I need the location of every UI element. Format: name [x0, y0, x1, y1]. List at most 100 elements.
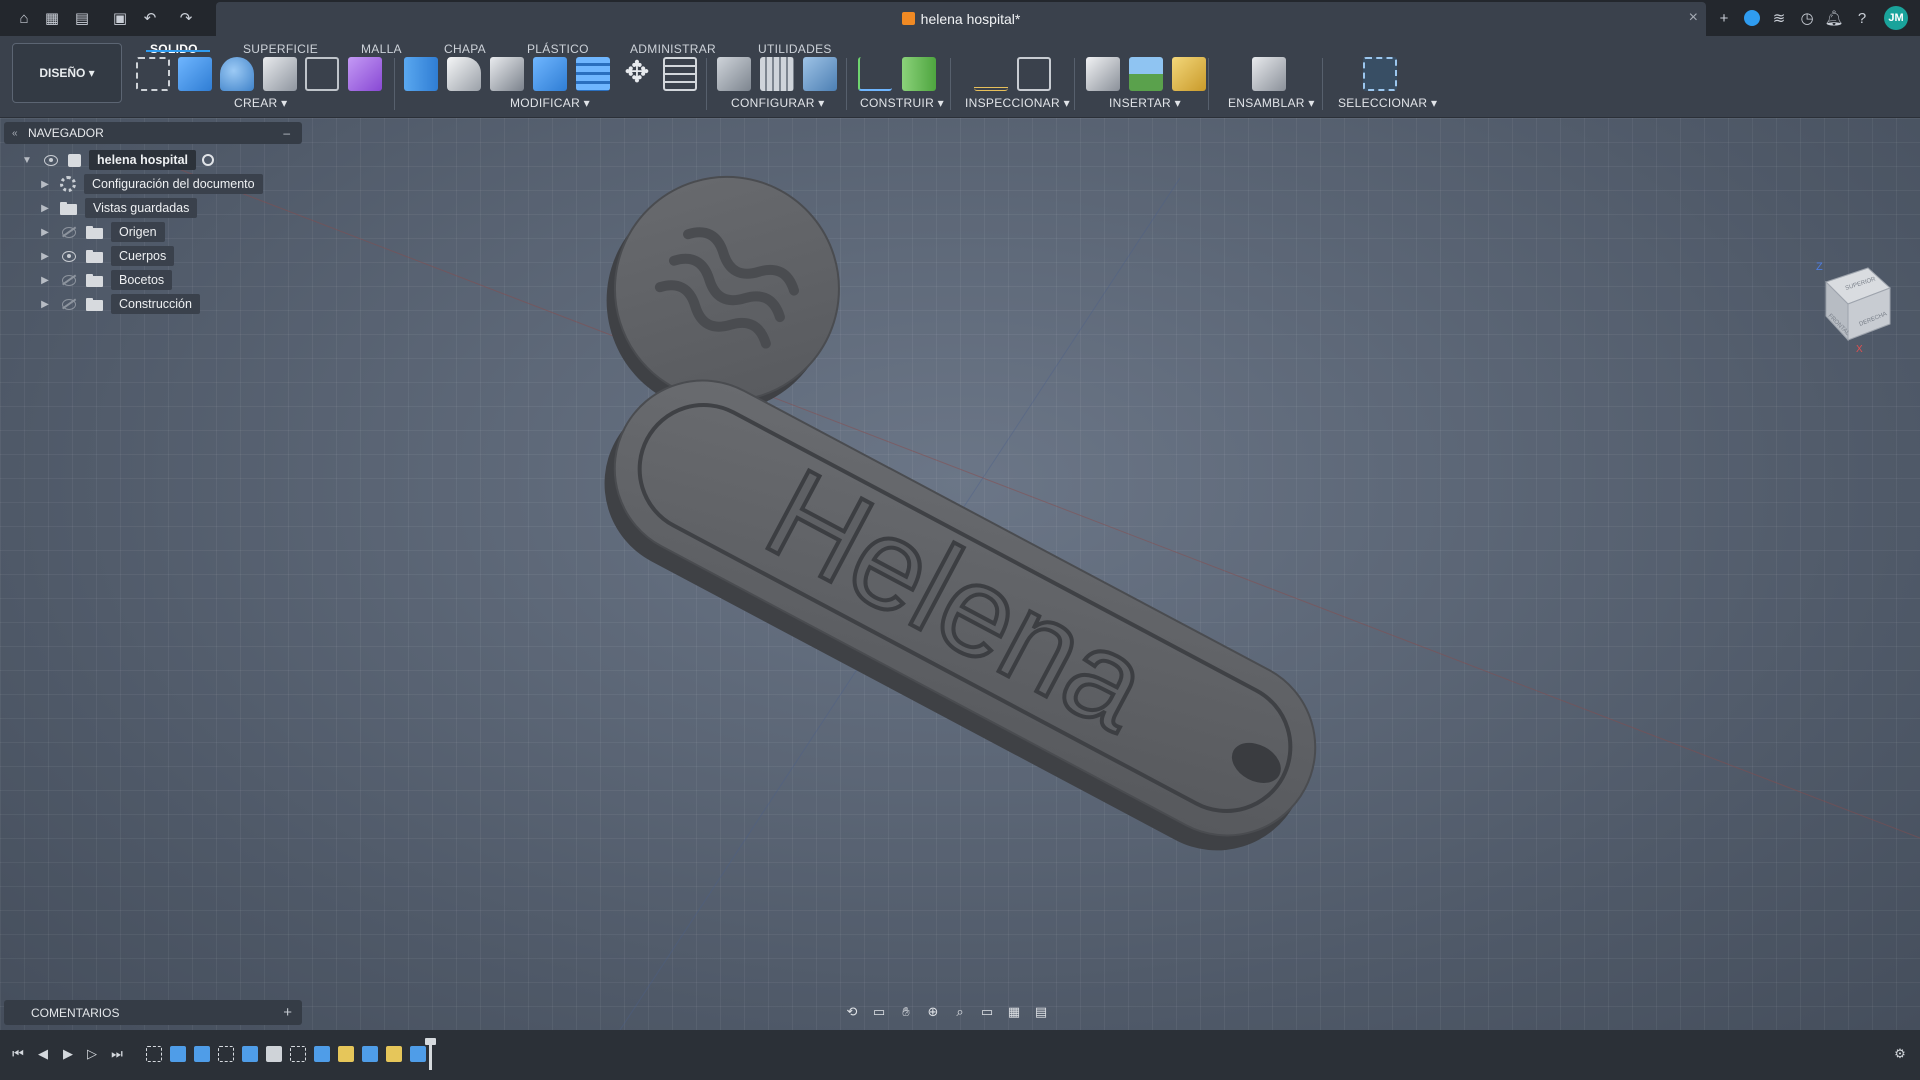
collapse-panel-icon[interactable]: «: [12, 128, 28, 139]
save-icon[interactable]: ▣: [108, 6, 132, 30]
split-body-icon[interactable]: [576, 57, 610, 91]
fit-icon[interactable]: ⌕: [950, 1003, 970, 1021]
insert-derive-icon[interactable]: [1086, 57, 1120, 91]
step-back-icon[interactable]: ◀: [33, 1044, 53, 1064]
create-sketch-icon[interactable]: [136, 57, 170, 91]
workspace-switcher[interactable]: DISEÑO ▾: [12, 43, 122, 103]
chevron-down-icon[interactable]: ▼: [20, 155, 34, 166]
press-pull-icon[interactable]: [404, 57, 438, 91]
timeline-hole-icon[interactable]: [266, 1046, 282, 1062]
select-window-icon[interactable]: [1363, 57, 1397, 91]
timeline-extrude-icon[interactable]: [194, 1046, 210, 1062]
help-icon[interactable]: ?: [1850, 6, 1874, 30]
app-grid-icon[interactable]: ▦: [40, 6, 64, 30]
chevron-right-icon[interactable]: ▶: [38, 299, 52, 310]
display-settings-icon[interactable]: ▭: [977, 1003, 997, 1021]
home-icon[interactable]: ⌂: [12, 6, 36, 30]
measure-icon[interactable]: [974, 57, 1008, 91]
group-seleccionar[interactable]: SELECCIONAR ▾: [1338, 96, 1437, 110]
tab-administrar[interactable]: ADMINISTRAR: [630, 37, 716, 57]
chevron-right-icon[interactable]: ▶: [38, 179, 52, 190]
configure-table-icon[interactable]: [760, 57, 794, 91]
go-to-end-icon[interactable]: ⏭︎: [107, 1044, 127, 1064]
timeline-settings-icon[interactable]: ⚙: [1890, 1044, 1910, 1064]
timeline-plane-icon[interactable]: [338, 1046, 354, 1062]
visibility-eye-icon[interactable]: [60, 250, 78, 262]
user-avatar[interactable]: JM: [1884, 6, 1908, 30]
zoom-icon[interactable]: ⊕: [923, 1003, 943, 1021]
view-cube[interactable]: Z X SUPERIOR FRONTAL DERECHA: [1812, 254, 1902, 354]
browser-item-document-settings[interactable]: ▶ Configuración del documento: [38, 173, 263, 195]
viewports-icon[interactable]: ▤: [1031, 1003, 1051, 1021]
visibility-off-icon[interactable]: [60, 298, 78, 310]
add-comment-icon[interactable]: +: [283, 1004, 292, 1021]
insert-canvas-icon[interactable]: [1129, 57, 1163, 91]
timeline-sketch-icon[interactable]: [146, 1046, 162, 1062]
clock-icon[interactable]: ◷: [1795, 6, 1819, 30]
chevron-right-icon[interactable]: ▶: [38, 203, 52, 214]
pan-hand-icon[interactable]: ✋︎: [896, 1003, 916, 1021]
file-menu-icon[interactable]: ▤: [70, 6, 94, 30]
group-configurar[interactable]: CONFIGURAR ▾: [731, 96, 825, 110]
browser-header[interactable]: « NAVEGADOR –: [4, 122, 302, 144]
visibility-off-icon[interactable]: [60, 226, 78, 238]
change-parameters-icon[interactable]: [663, 57, 697, 91]
tab-chapa[interactable]: CHAPA: [444, 37, 486, 57]
visibility-off-icon[interactable]: [60, 274, 78, 286]
axis-icon[interactable]: [858, 57, 892, 91]
timeline-extrude-icon[interactable]: [314, 1046, 330, 1062]
browser-item-construction[interactable]: ▶ Construcción: [38, 293, 200, 315]
visibility-eye-icon[interactable]: [42, 154, 60, 166]
configure-theme-icon[interactable]: [803, 57, 837, 91]
tab-superficie[interactable]: SUPERFICIE: [243, 37, 318, 57]
revolve-icon[interactable]: [220, 57, 254, 91]
group-inspeccionar[interactable]: INSPECCIONAR ▾: [965, 96, 1070, 110]
orbit-icon[interactable]: ⟲: [842, 1003, 862, 1021]
new-tab-icon[interactable]: +: [1712, 6, 1736, 30]
chevron-right-icon[interactable]: ▶: [38, 227, 52, 238]
fillet-icon[interactable]: [447, 57, 481, 91]
go-to-start-icon[interactable]: ⏮︎: [8, 1044, 28, 1064]
undo-icon[interactable]: ↶: [138, 6, 162, 30]
browser-item-sketches[interactable]: ▶ Bocetos: [38, 269, 173, 291]
activate-radio-icon[interactable]: [202, 154, 214, 166]
chevron-right-icon[interactable]: ▶: [38, 275, 52, 286]
group-crear[interactable]: CREAR ▾: [234, 96, 287, 110]
tab-solido[interactable]: SOLIDO: [150, 37, 198, 57]
group-construir[interactable]: CONSTRUIR ▾: [860, 96, 944, 110]
timeline-plane-icon[interactable]: [386, 1046, 402, 1062]
document-tab[interactable]: helena hospital* ×: [216, 2, 1706, 36]
redo-icon[interactable]: ↷: [174, 6, 198, 30]
close-tab-icon[interactable]: ×: [1689, 9, 1698, 27]
browser-root-node[interactable]: ▼ helena hospital: [20, 149, 214, 171]
tab-malla[interactable]: MALLA: [361, 37, 402, 57]
new-component-icon[interactable]: [1252, 57, 1286, 91]
comments-panel[interactable]: COMENTARIOS +: [4, 1000, 302, 1025]
browser-item-origin[interactable]: ▶ Origen: [38, 221, 165, 243]
timeline-sketch-icon[interactable]: [218, 1046, 234, 1062]
group-ensamblar[interactable]: ENSAMBLAR ▾: [1228, 96, 1315, 110]
group-modificar[interactable]: MODIFICAR ▾: [510, 96, 590, 110]
timeline-extrude-icon[interactable]: [362, 1046, 378, 1062]
play-icon[interactable]: ▶: [58, 1044, 78, 1064]
browser-item-saved-views[interactable]: ▶ Vistas guardadas: [38, 197, 198, 219]
shell-icon[interactable]: [490, 57, 524, 91]
3d-viewport[interactable]: Helena Z X SUPERIOR FRONTAL DERECHA: [0, 118, 1920, 1030]
timeline-extrude-icon[interactable]: [410, 1046, 426, 1062]
timeline-marker[interactable]: [425, 1038, 436, 1070]
extrude-icon[interactable]: [178, 57, 212, 91]
keychain-body[interactable]: Helena: [497, 136, 1438, 882]
plane-icon[interactable]: [902, 57, 936, 91]
move-copy-icon[interactable]: ✥: [620, 57, 654, 91]
job-status-icon[interactable]: ≋: [1767, 6, 1791, 30]
keychain-model[interactable]: Helena: [0, 118, 1920, 1030]
timeline-extrude-icon[interactable]: [170, 1046, 186, 1062]
tab-utilidades[interactable]: UTILIDADES: [758, 37, 832, 57]
tab-plastico[interactable]: PLÁSTICO: [527, 37, 589, 57]
timeline-sketch-icon[interactable]: [290, 1046, 306, 1062]
timeline-extrude-icon[interactable]: [242, 1046, 258, 1062]
notifications-icon[interactable]: 🔔︎: [1822, 6, 1846, 30]
rectangular-pattern-icon[interactable]: [305, 57, 339, 91]
extensions-icon[interactable]: [1740, 6, 1764, 30]
create-form-icon[interactable]: [348, 57, 382, 91]
